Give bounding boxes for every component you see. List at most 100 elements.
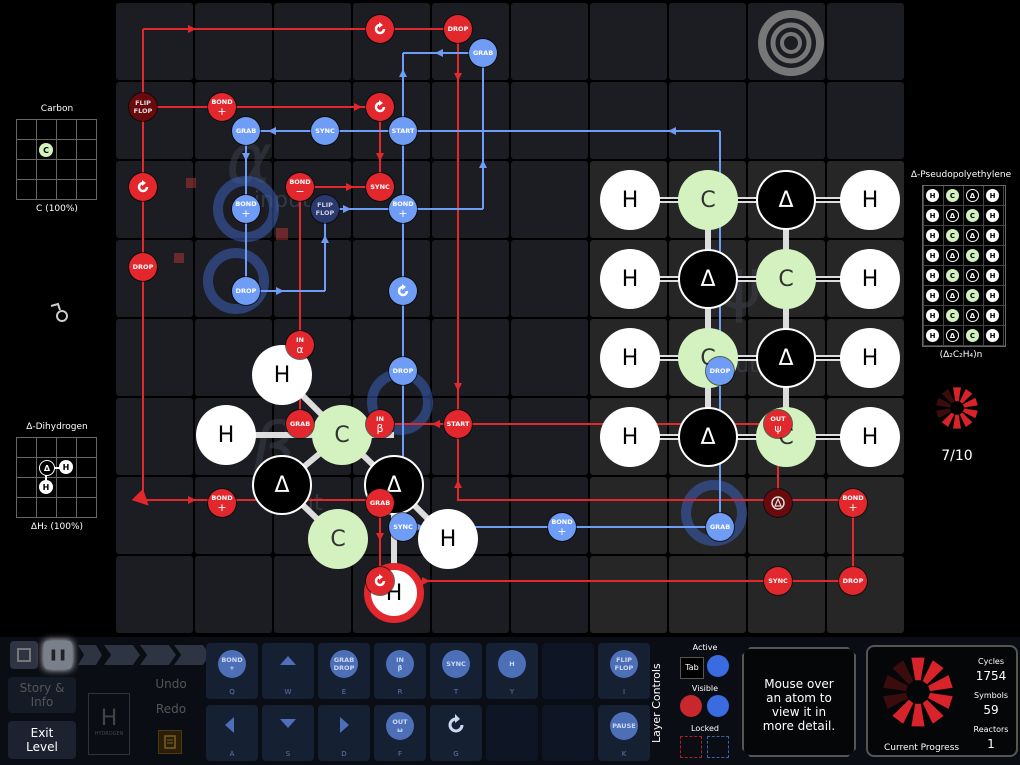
- atom-delta[interactable]: Δ: [678, 249, 738, 309]
- hotkey-label: R: [397, 688, 403, 696]
- instruction-h[interactable]: HY: [486, 643, 538, 699]
- instruction-right-arrow[interactable]: D: [318, 705, 370, 761]
- atom-delta[interactable]: Δ: [678, 407, 738, 467]
- instruction-flip[interactable]: FLIP FLOP I: [598, 643, 650, 699]
- atom-hydrogen[interactable]: H: [196, 405, 256, 465]
- red-bond-node[interactable]: BOND +: [208, 93, 236, 121]
- empty-instruction-slot: [486, 705, 538, 761]
- blue-drop-node[interactable]: DROP: [232, 277, 260, 305]
- exit-level-button[interactable]: Exit Level: [8, 721, 76, 759]
- blue-start-node[interactable]: START: [389, 117, 417, 145]
- mini-atom-hydrogen: H: [926, 229, 939, 242]
- sensor-icon[interactable]: [764, 489, 792, 517]
- atom-hydrogen[interactable]: H: [418, 509, 478, 569]
- red-sync-node[interactable]: SYNC: [366, 173, 394, 201]
- instruction-left-arrow[interactable]: A: [206, 705, 258, 761]
- notes-icon[interactable]: [158, 730, 182, 754]
- hydrogen-card-name: HYDROGEN: [94, 731, 124, 737]
- atom-hydrogen[interactable]: H: [600, 249, 660, 309]
- mini-atom-hydrogen: H: [986, 229, 999, 242]
- node-label: GRAB: [289, 420, 311, 428]
- rotate-icon[interactable]: [389, 277, 417, 305]
- red-drop-node[interactable]: DROP: [444, 15, 472, 43]
- blue-flip-node[interactable]: FLIP FLOP: [311, 195, 339, 223]
- atom-hydrogen[interactable]: H: [840, 328, 900, 388]
- blue-sync-node[interactable]: SYNC: [389, 513, 417, 541]
- red-sync-node[interactable]: SYNC: [764, 567, 792, 595]
- blue-drop-node[interactable]: DROP: [389, 357, 417, 385]
- reactor-board[interactable]: α input β input ψ outp: [116, 3, 906, 635]
- red-grab-node[interactable]: GRAB: [286, 410, 314, 438]
- mini-atom-carbon: C: [946, 309, 959, 322]
- atom-hydrogen[interactable]: H: [840, 170, 900, 230]
- red-bond-node[interactable]: BOND −: [286, 173, 314, 201]
- atom-hydrogen[interactable]: H: [600, 170, 660, 230]
- rotate-icon[interactable]: [366, 93, 394, 121]
- redo-button[interactable]: Redo: [140, 702, 202, 722]
- atom-carbon[interactable]: C: [312, 405, 372, 465]
- instruction-rotate[interactable]: G: [430, 705, 482, 761]
- instruction-label: FLIP: [616, 656, 632, 664]
- red-bond-node[interactable]: BOND +: [208, 489, 236, 517]
- hotkey-label: A: [229, 750, 235, 758]
- instruction-out[interactable]: OUT ω F: [374, 705, 426, 761]
- instruction-in[interactable]: IN β R: [374, 643, 426, 699]
- blue-bond-node[interactable]: BOND +: [232, 195, 260, 223]
- blue-bond-node[interactable]: BOND +: [389, 195, 417, 223]
- hotkey-label: K: [621, 750, 627, 758]
- undo-button[interactable]: Undo: [140, 677, 202, 697]
- node-sublabel: FLOP: [315, 209, 335, 217]
- active-blue-toggle[interactable]: [707, 655, 729, 677]
- progress-flower-icon: [932, 383, 982, 437]
- rotate-icon[interactable]: [129, 173, 157, 201]
- red-drop-node[interactable]: DROP: [129, 253, 157, 281]
- atom-delta[interactable]: Δ: [252, 455, 312, 515]
- story-info-button[interactable]: Story & Info: [8, 677, 76, 713]
- visible-red-toggle[interactable]: [680, 695, 702, 717]
- instruction-grab[interactable]: GRAB DROP E: [318, 643, 370, 699]
- red-grab-node[interactable]: GRAB: [366, 489, 394, 517]
- atom-hydrogen[interactable]: H: [600, 407, 660, 467]
- red-in-node[interactable]: IN β: [366, 410, 394, 438]
- atom-delta[interactable]: Δ: [756, 170, 816, 230]
- atom-hydrogen[interactable]: H: [840, 407, 900, 467]
- atom-hydrogen[interactable]: H: [600, 328, 660, 388]
- red-out-node[interactable]: OUT ψ: [764, 410, 792, 438]
- pause-button[interactable]: ❚❚: [44, 641, 72, 669]
- hydrogen-card-symbol: H: [100, 706, 118, 731]
- red-bond-node[interactable]: BOND +: [839, 489, 867, 517]
- atom-delta[interactable]: Δ: [756, 328, 816, 388]
- red-drop-node[interactable]: DROP: [839, 567, 867, 595]
- rotate-icon[interactable]: [366, 15, 394, 43]
- red-start-node[interactable]: START: [444, 410, 472, 438]
- blue-grab-node[interactable]: GRAB: [232, 117, 260, 145]
- red-flip-node[interactable]: FLIP FLOP: [129, 93, 157, 121]
- instruction-label: IN: [396, 656, 404, 664]
- blue-grab-node[interactable]: GRAB: [706, 513, 734, 541]
- atom-carbon[interactable]: C: [678, 170, 738, 230]
- atom-hydrogen[interactable]: H: [840, 249, 900, 309]
- instruction-bond[interactable]: BOND + Q: [206, 643, 258, 699]
- reactors-label: Reactors: [973, 725, 1009, 734]
- red-in-node[interactable]: IN α: [286, 331, 314, 359]
- locked-blue-toggle[interactable]: [707, 736, 729, 758]
- locked-red-toggle[interactable]: [680, 736, 702, 758]
- visible-blue-toggle[interactable]: [707, 695, 729, 717]
- progress-petal: [953, 387, 961, 402]
- stop-button[interactable]: [10, 641, 38, 669]
- blue-grab-node[interactable]: GRAB: [469, 39, 497, 67]
- node-label: DROP: [709, 367, 731, 375]
- blue-bond-node[interactable]: BOND +: [548, 513, 576, 541]
- tab-key[interactable]: Tab: [680, 657, 704, 679]
- rotate-icon[interactable]: [366, 567, 394, 595]
- instruction-down-arrow[interactable]: S: [262, 705, 314, 761]
- instruction-up-arrow[interactable]: W: [262, 643, 314, 699]
- blue-sync-node[interactable]: SYNC: [311, 117, 339, 145]
- instruction-sync[interactable]: SYNC T: [430, 643, 482, 699]
- atom-carbon[interactable]: C: [308, 509, 368, 569]
- instruction-sublabel: ω: [397, 726, 403, 734]
- instruction-pause[interactable]: PAUSE K: [598, 705, 650, 761]
- mini-atom-hydrogen: H: [926, 289, 939, 302]
- atom-carbon[interactable]: C: [756, 249, 816, 309]
- blue-drop-node[interactable]: DROP: [706, 357, 734, 385]
